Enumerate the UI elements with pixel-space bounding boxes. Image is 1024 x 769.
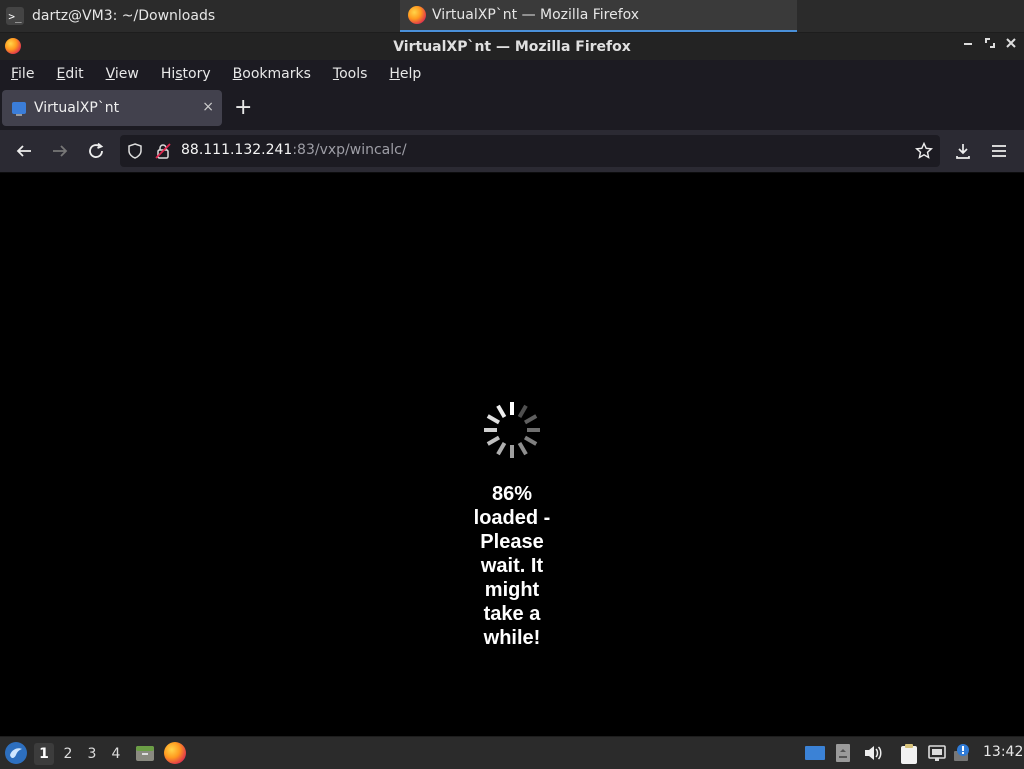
clock[interactable]: 13:42 (983, 744, 1023, 760)
update-notifier-icon[interactable] (953, 743, 973, 763)
firefox-icon (408, 6, 426, 24)
firefox-launcher-icon[interactable] (164, 742, 186, 764)
spinner-spoke (517, 404, 528, 419)
tracking-shield-icon[interactable] (127, 143, 143, 159)
spinner-spoke (517, 441, 528, 456)
menu-bookmarks[interactable]: Bookmarks (233, 66, 311, 82)
taskbar-terminal-button[interactable]: >_ dartz@VM3: ~/Downloads (6, 0, 215, 32)
virtualxp-favicon-icon (12, 102, 26, 116)
back-button[interactable] (13, 140, 35, 162)
close-window-button[interactable] (1002, 36, 1020, 52)
network-icon[interactable] (927, 743, 947, 763)
page-content: 86% loaded - Please wait. It might take … (0, 173, 1024, 736)
close-icon (1006, 38, 1016, 48)
download-icon (956, 144, 970, 159)
app-menu-button[interactable] (988, 140, 1010, 162)
maximize-button[interactable] (981, 36, 999, 52)
reload-icon (89, 142, 104, 158)
bookmark-star-icon[interactable] (915, 142, 933, 160)
menu-view[interactable]: View (106, 66, 139, 82)
minimize-icon (964, 43, 972, 45)
spinner-spoke (496, 404, 507, 419)
window-titlebar[interactable]: VirtualXP`nt — Mozilla Firefox (0, 33, 1024, 60)
workspace-1[interactable]: 1 (34, 743, 54, 765)
url-bar[interactable]: 88.111.132.241:83/vxp/wincalc/ (120, 135, 940, 167)
window-title: VirtualXP`nt — Mozilla Firefox (393, 38, 631, 55)
loading-status-text: 86% loaded - Please wait. It might take … (473, 483, 551, 649)
menu-tools[interactable]: Tools (333, 66, 368, 82)
spinner-spoke (523, 435, 538, 446)
navigation-toolbar: 88.111.132.241:83/vxp/wincalc/ (0, 130, 1024, 173)
url-host: 88.111.132.241 (181, 142, 293, 158)
taskbar-firefox-label: VirtualXP`nt — Mozilla Firefox (432, 7, 640, 23)
clipboard-manager-icon[interactable] (898, 743, 920, 765)
tab-label: VirtualXP`nt (34, 100, 120, 116)
url-path: :83/vxp/wincalc/ (292, 142, 407, 158)
forward-button[interactable] (49, 140, 71, 162)
volume-icon[interactable] (863, 743, 883, 763)
loading-spinner-icon (484, 402, 540, 458)
spinner-spoke (486, 414, 501, 425)
spinner-spoke (486, 435, 501, 446)
terminal-icon: >_ (6, 7, 24, 25)
arrow-left-icon (16, 145, 31, 157)
reload-button[interactable] (85, 140, 107, 162)
tab-close-button[interactable]: × (202, 99, 214, 115)
spinner-spoke (496, 441, 507, 456)
hamburger-menu-icon (992, 145, 1006, 157)
workspace-4[interactable]: 4 (106, 743, 126, 765)
display-tray-icon[interactable] (804, 743, 826, 763)
url-text[interactable]: 88.111.132.241:83/vxp/wincalc/ (181, 142, 407, 158)
tab-virtualxp[interactable]: VirtualXP`nt × (2, 90, 222, 126)
spinner-spoke (523, 414, 538, 425)
firefox-icon (5, 38, 21, 54)
desktop-taskbar: >_ dartz@VM3: ~/Downloads VirtualXP`nt —… (0, 0, 1024, 33)
workspace-3[interactable]: 3 (82, 743, 102, 765)
tab-strip: VirtualXP`nt × + (0, 88, 1024, 130)
clipboard-tray-icon[interactable] (835, 743, 851, 763)
taskbar-firefox-button[interactable]: VirtualXP`nt — Mozilla Firefox (400, 0, 797, 32)
new-tab-button[interactable]: + (234, 96, 252, 120)
maximize-icon (985, 38, 995, 48)
menubar: File Edit View History Bookmarks Tools Help (0, 60, 1024, 88)
menu-edit[interactable]: Edit (56, 66, 83, 82)
file-manager-launcher-icon[interactable] (135, 743, 155, 763)
start-menu-button[interactable] (4, 741, 28, 765)
minimize-button[interactable] (959, 36, 977, 52)
bottom-panel: 1234 13:42 (0, 736, 1024, 769)
menu-history[interactable]: History (161, 66, 211, 82)
arrow-right-icon (53, 145, 68, 157)
menu-help[interactable]: Help (389, 66, 421, 82)
menu-file[interactable]: File (11, 66, 34, 82)
workspace-2[interactable]: 2 (58, 743, 78, 765)
downloads-button[interactable] (952, 140, 974, 162)
taskbar-terminal-label: dartz@VM3: ~/Downloads (32, 8, 216, 24)
insecure-lock-icon[interactable] (155, 143, 171, 159)
